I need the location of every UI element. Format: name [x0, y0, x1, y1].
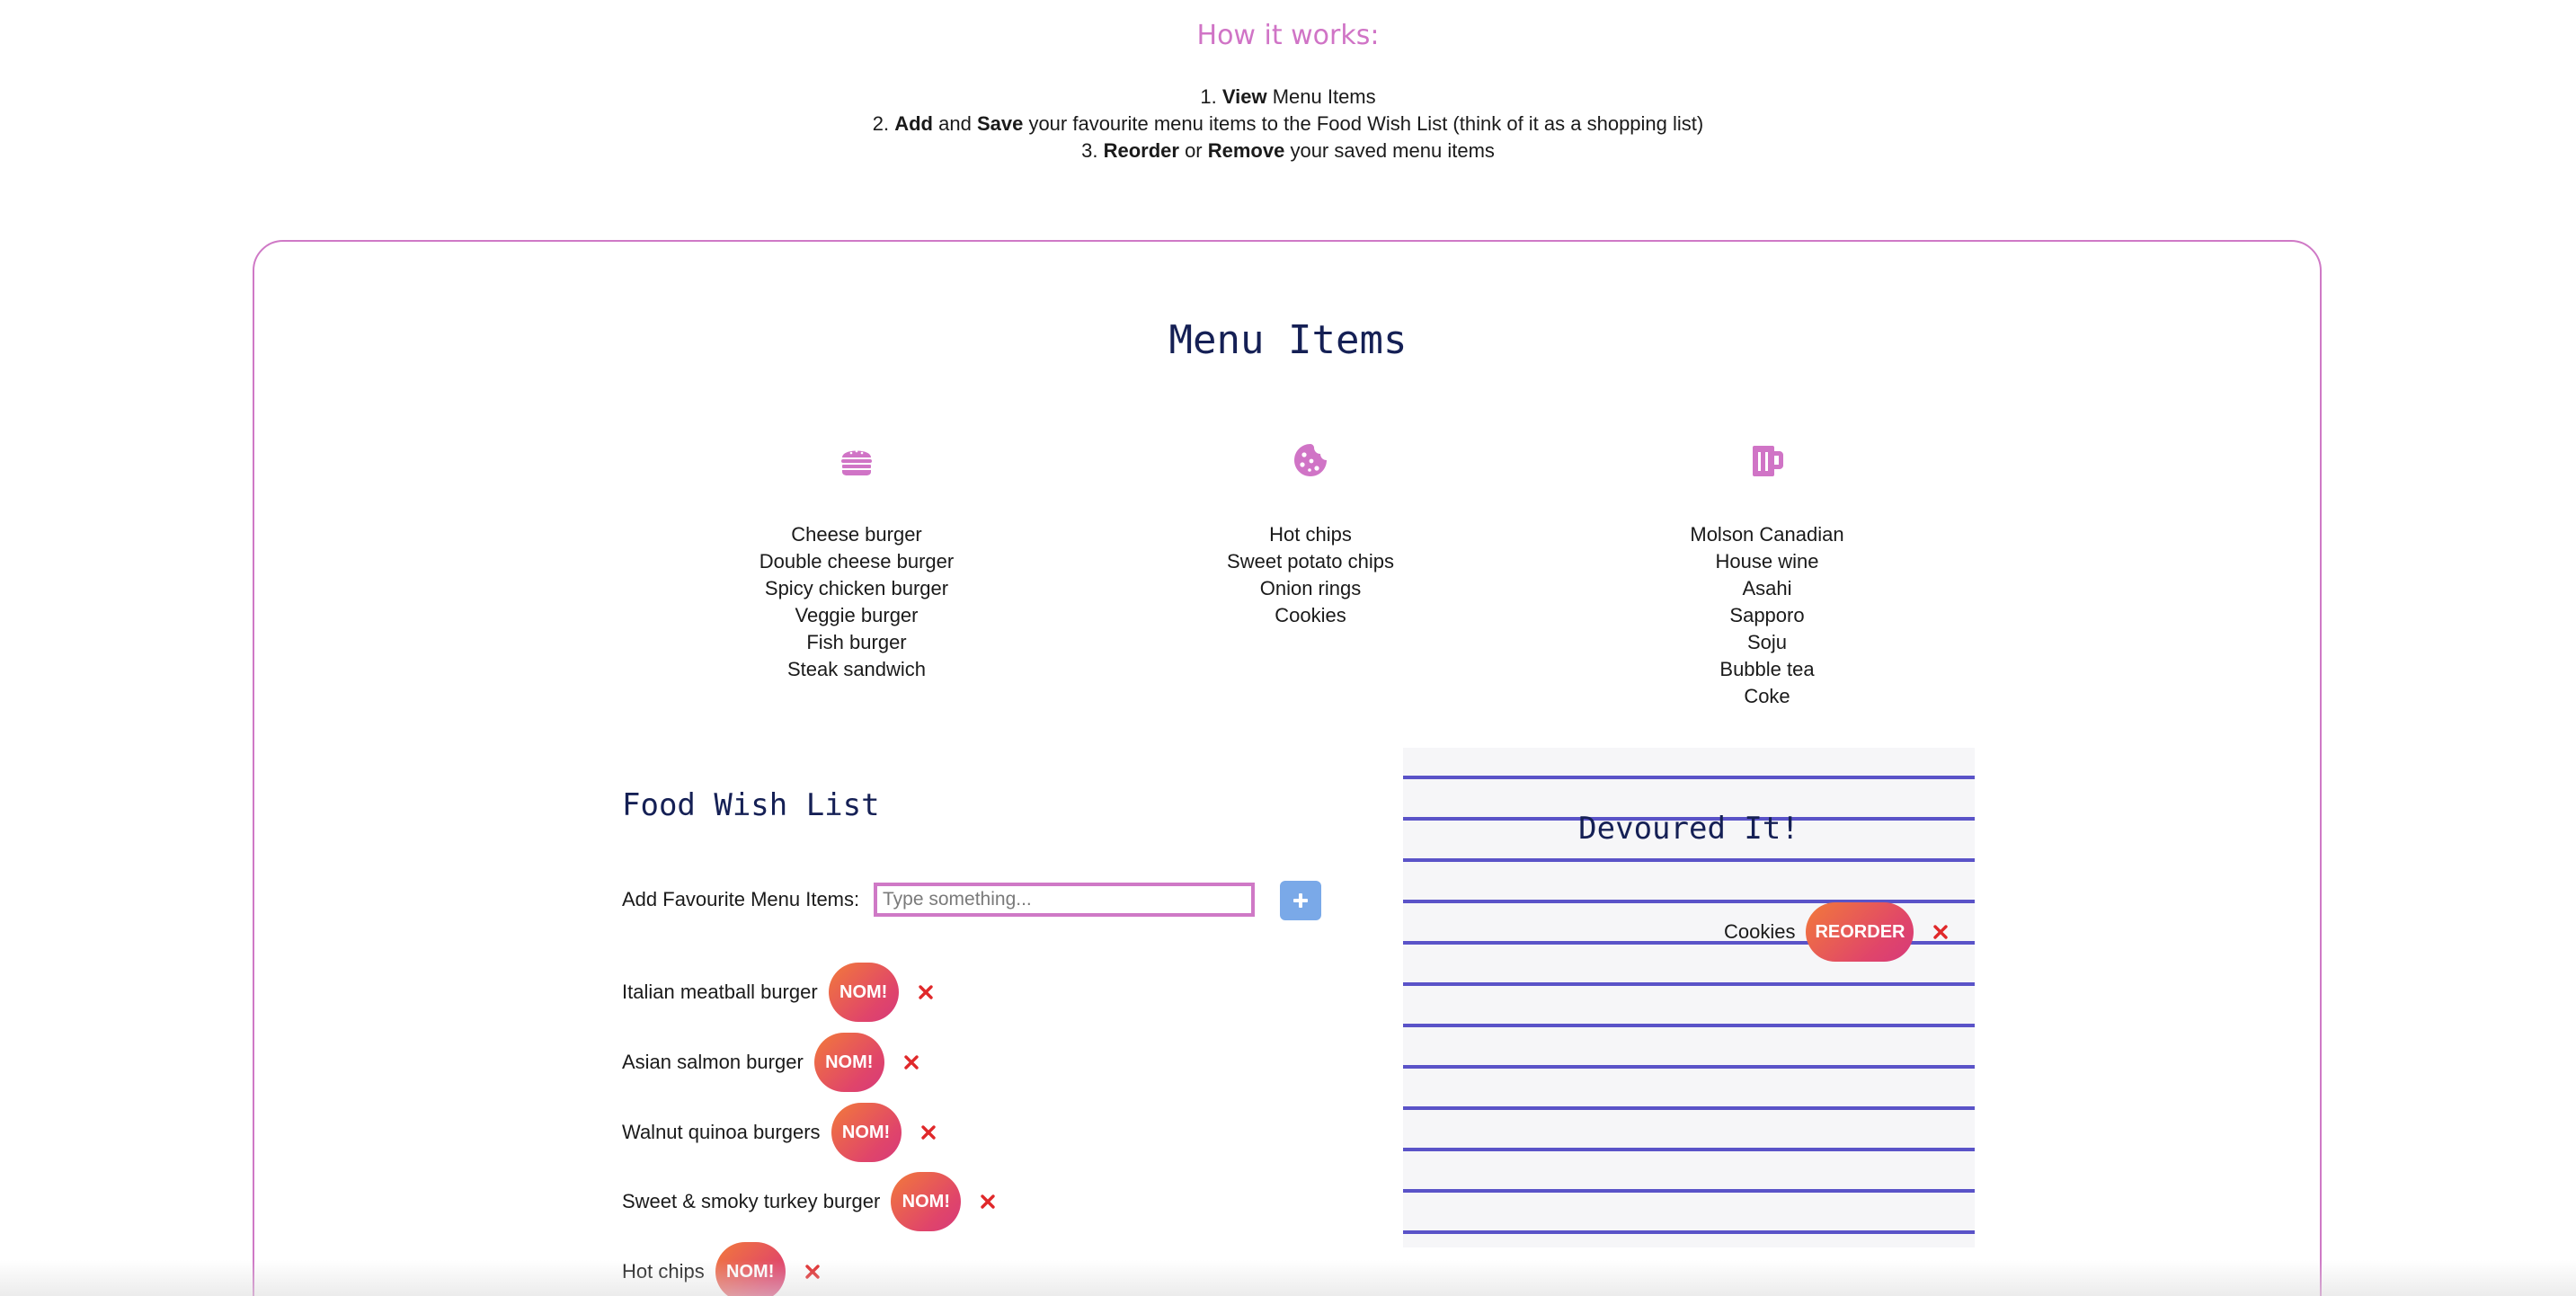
nom-button[interactable]: NOM! [891, 1172, 962, 1231]
menu-item: Hot chips [1269, 523, 1352, 546]
wish-list-item: Asian salmon burger NOM! [622, 1033, 920, 1092]
devoured-title: Devoured It! [1578, 811, 1799, 847]
nom-button[interactable]: NOM! [813, 1033, 884, 1092]
beer-mug-icon [1753, 446, 1783, 476]
close-icon[interactable] [804, 1263, 822, 1281]
menu-item: Bubble tea [1719, 658, 1815, 680]
nom-button[interactable]: NOM! [715, 1242, 786, 1296]
close-icon[interactable] [902, 1053, 920, 1071]
wish-item-name: Asian salmon burger [622, 1051, 804, 1073]
menu-column-burgers: Cheese burger Double cheese burger Spicy… [704, 440, 1009, 683]
how-it-works-title: How it works: [1196, 20, 1380, 51]
menu-item: Spicy chicken burger [764, 577, 949, 599]
add-item-button[interactable] [1280, 881, 1321, 920]
how-it-works-step-2: 2. Add and Save your favourite menu item… [872, 112, 1704, 135]
close-icon[interactable] [917, 983, 935, 1001]
wish-item-name: Hot chips [622, 1260, 705, 1283]
sides-list: Hot chips Sweet potato chips Onion rings… [1158, 521, 1463, 629]
drinks-list: Molson Canadian House wine Asahi Sapporo… [1614, 521, 1920, 710]
menu-item: Cheese burger [791, 523, 922, 546]
menu-item: Sweet potato chips [1227, 550, 1394, 573]
wish-item-name: Italian meatball burger [622, 981, 818, 1003]
wish-item-name: Sweet & smoky turkey burger [622, 1190, 881, 1212]
add-item-input[interactable] [874, 883, 1255, 917]
menu-item: Steak sandwich [786, 658, 927, 680]
menu-column-drinks: Molson Canadian House wine Asahi Sapporo… [1614, 440, 1920, 710]
food-wish-list-title: Food Wish List [622, 787, 880, 823]
hamburger-icon [841, 449, 872, 475]
menu-item: Fish burger [806, 631, 907, 653]
main-card [253, 240, 2322, 1296]
wish-list-item: Italian meatball burger NOM! [622, 963, 935, 1022]
wish-item-name: Walnut quinoa burgers [622, 1121, 821, 1143]
how-it-works-step-3: 3. Reorder or Remove your saved menu ite… [1081, 139, 1495, 162]
nom-button[interactable]: NOM! [831, 1103, 902, 1162]
menu-column-sides: Hot chips Sweet potato chips Onion rings… [1158, 440, 1463, 629]
menu-item: Sapporo [1729, 604, 1805, 626]
reorder-button[interactable]: REORDER [1806, 902, 1914, 962]
menu-item: Molson Canadian [1690, 523, 1844, 546]
devoured-item-name: Cookies [1724, 920, 1796, 943]
plus-icon [1293, 893, 1308, 908]
menu-item: House wine [1715, 550, 1819, 573]
devoured-item: Cookies REORDER [1724, 902, 1950, 962]
wish-list-item: Walnut quinoa burgers NOM! [622, 1103, 937, 1162]
close-icon[interactable] [1932, 923, 1950, 941]
wish-list-item: Hot chips NOM! [622, 1242, 822, 1296]
close-icon[interactable] [979, 1193, 997, 1211]
menu-item: Asahi [1742, 577, 1792, 599]
menu-item: Onion rings [1259, 577, 1362, 599]
menu-item: Coke [1744, 685, 1790, 707]
close-icon[interactable] [919, 1123, 937, 1141]
menu-item: Double cheese burger [759, 550, 955, 573]
wish-list-item: Sweet & smoky turkey burger NOM! [622, 1172, 997, 1231]
menu-item: Veggie burger [795, 604, 919, 626]
cookie-icon [1294, 444, 1327, 476]
burgers-list: Cheese burger Double cheese burger Spicy… [704, 521, 1009, 683]
menu-item: Cookies [1275, 604, 1346, 626]
menu-item: Soju [1746, 631, 1788, 653]
how-it-works-step-1: 1. View Menu Items [1200, 85, 1376, 108]
nom-button[interactable]: NOM! [828, 963, 899, 1022]
menu-items-title: Menu Items [1168, 317, 1408, 363]
add-favourite-label: Add Favourite Menu Items: [622, 888, 860, 910]
